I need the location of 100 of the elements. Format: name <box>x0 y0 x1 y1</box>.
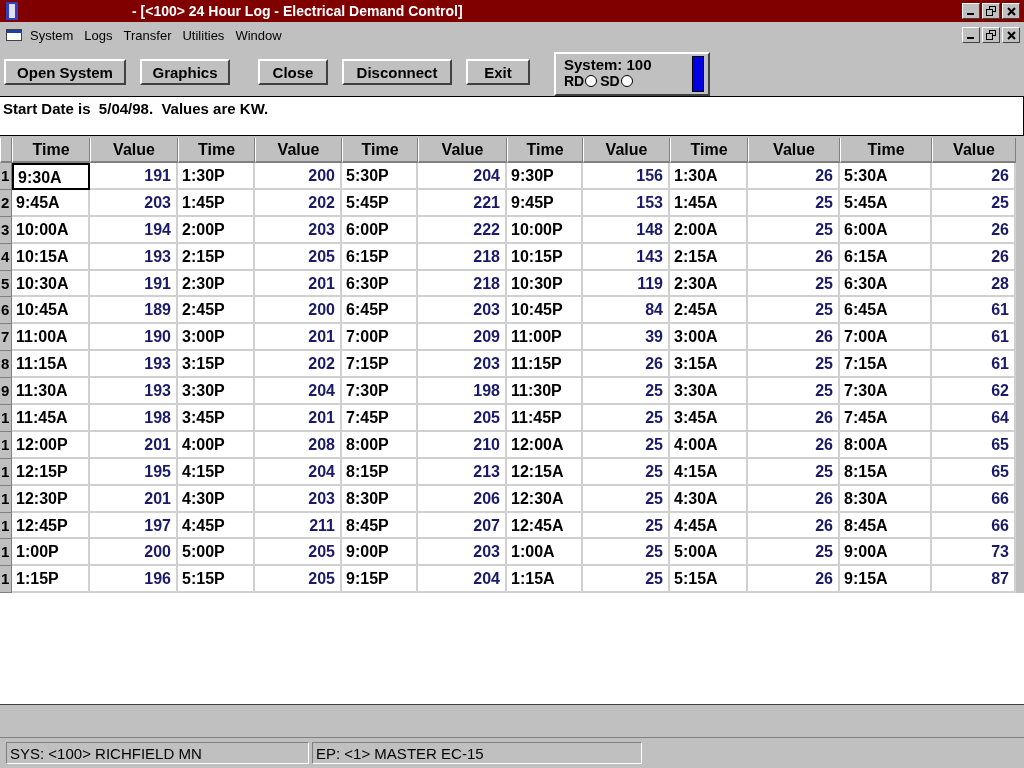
table-cell: 8:45P <box>342 512 418 540</box>
table-cell: 203 <box>418 539 507 567</box>
table-cell: 201 <box>255 324 342 352</box>
table-cell: 62 <box>932 378 1016 405</box>
column-header: Time <box>342 138 418 163</box>
table-cell: 12:30A <box>507 485 583 513</box>
table-cell: 205 <box>255 539 342 567</box>
table-cell: 12:45A <box>507 512 583 540</box>
table-cell: 8:15A <box>840 458 932 486</box>
table-cell: 190 <box>90 324 178 352</box>
table-cell: 191 <box>90 163 178 190</box>
table-cell: 4:00P <box>178 431 255 459</box>
restore-icon <box>986 30 996 40</box>
table-cell: 11:45A <box>12 405 90 432</box>
toolbar-button[interactable]: Graphics <box>140 59 230 85</box>
menu-item[interactable]: Logs <box>84 27 113 43</box>
column-header: Value <box>90 138 178 163</box>
menu-item[interactable]: Transfer <box>123 27 172 43</box>
table-cell: 5:30A <box>840 163 932 190</box>
table-cell: 198 <box>90 405 178 432</box>
row-header: 3 <box>0 216 12 244</box>
table-cell: 1:30A <box>670 163 748 190</box>
column-header: Time <box>840 138 932 163</box>
column-header: Time <box>178 138 255 163</box>
document-icon[interactable] <box>6 29 22 41</box>
table-cell: 204 <box>255 378 342 405</box>
table-cell: 200 <box>90 539 178 567</box>
menu-item[interactable]: Window <box>235 27 282 43</box>
toolbar-button[interactable]: Close <box>258 59 328 85</box>
table-cell: 213 <box>418 458 507 486</box>
table-cell: 3:30P <box>178 378 255 405</box>
row-header: 1 <box>0 539 12 567</box>
table-cell: 3:00A <box>670 324 748 352</box>
table-cell: 218 <box>418 243 507 271</box>
table-cell: 206 <box>418 485 507 513</box>
table-cell: 7:30P <box>342 378 418 405</box>
table-cell: 4:45P <box>178 512 255 540</box>
table-cell: 222 <box>418 216 507 244</box>
table-cell: 26 <box>583 351 670 379</box>
table-cell: 6:30A <box>840 270 932 298</box>
table-cell: 4:15P <box>178 458 255 486</box>
column-header: Value <box>748 138 840 163</box>
table-cell: 5:30P <box>342 163 418 190</box>
table-cell: 10:15P <box>507 243 583 271</box>
table-cell: 10:45A <box>12 297 90 325</box>
table-cell: 11:45P <box>507 405 583 432</box>
table-cell: 10:00P <box>507 216 583 244</box>
table-cell: 2:45P <box>178 297 255 325</box>
table-cell: 11:30P <box>507 378 583 405</box>
column-header: Time <box>507 138 583 163</box>
close-icon <box>1006 30 1016 40</box>
table-cell: 3:45P <box>178 405 255 432</box>
row-header: 8 <box>0 351 12 379</box>
table-cell: 210 <box>418 431 507 459</box>
close-button[interactable] <box>1002 3 1020 19</box>
row-header: 7 <box>0 324 12 352</box>
table-cell: 8:45A <box>840 512 932 540</box>
table-cell: 6:45P <box>342 297 418 325</box>
table-cell: 25 <box>748 378 840 405</box>
minimize-button[interactable] <box>962 3 980 19</box>
table-cell: 25 <box>748 297 840 325</box>
table-cell: 204 <box>418 163 507 190</box>
window-title: - [<100> 24 Hour Log - Electrical Demand Control] <box>132 3 463 19</box>
restore-button[interactable] <box>982 27 1000 43</box>
table-cell: 26 <box>932 243 1016 271</box>
table-cell: 143 <box>583 243 670 271</box>
table-cell: 66 <box>932 512 1016 540</box>
table-cell: 25 <box>583 431 670 459</box>
status-panel: EP: <1> MASTER EC-15 <box>312 742 642 764</box>
restore-button[interactable] <box>982 3 1000 19</box>
table-cell: 66 <box>932 485 1016 513</box>
table-cell: 200 <box>255 297 342 325</box>
table-cell: 11:00A <box>12 324 90 352</box>
table-cell: 201 <box>90 485 178 513</box>
table-cell: 12:15P <box>12 458 90 486</box>
table-cell: 203 <box>90 189 178 217</box>
system-label: System: 100 <box>564 56 652 73</box>
table-cell: 11:00P <box>507 324 583 352</box>
table-cell: 153 <box>583 189 670 217</box>
table-cell: 3:00P <box>178 324 255 352</box>
table-cell: 198 <box>418 378 507 405</box>
toolbar-button[interactable]: Disconnect <box>342 59 452 85</box>
table-cell: 7:30A <box>840 378 932 405</box>
status-panel: SYS: <100> RICHFIELD MN <box>6 742 309 764</box>
table-cell: 204 <box>255 458 342 486</box>
menu-item[interactable]: System <box>30 27 74 43</box>
minimize-button[interactable] <box>962 27 980 43</box>
toolbar-button[interactable]: Open System <box>4 59 126 85</box>
table-cell: 211 <box>255 512 342 540</box>
table-cell: 26 <box>748 243 840 271</box>
toolbar-button[interactable]: Exit <box>466 59 530 85</box>
table-cell: 26 <box>932 216 1016 244</box>
table-cell: 4:30A <box>670 485 748 513</box>
table-cell: 25 <box>748 458 840 486</box>
table-cell: 26 <box>748 485 840 513</box>
table-cell: 25 <box>583 539 670 567</box>
table-cell: 203 <box>418 297 507 325</box>
close-button[interactable] <box>1002 27 1020 43</box>
table-cell: 2:45A <box>670 297 748 325</box>
menu-item[interactable]: Utilities <box>182 27 225 43</box>
